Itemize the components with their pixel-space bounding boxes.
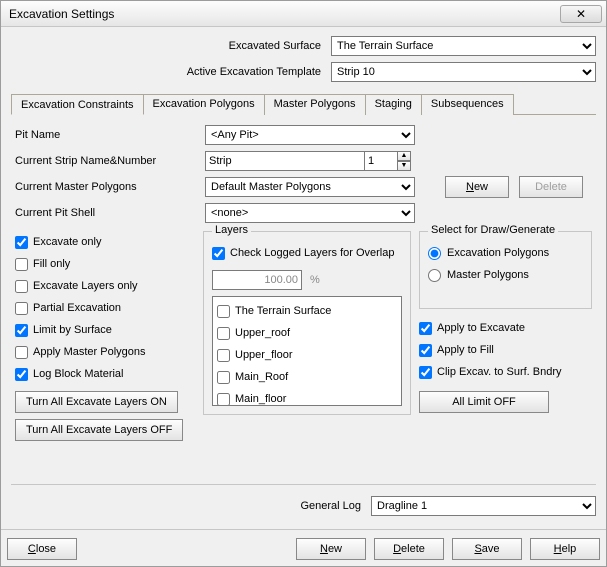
tab-subsequences[interactable]: Subsequences xyxy=(421,94,514,115)
pit-shell-select[interactable]: <none> xyxy=(205,203,415,223)
content: Excavated Surface The Terrain Surface Ac… xyxy=(1,27,606,529)
tab-excavation-polygons[interactable]: Excavation Polygons xyxy=(143,94,265,115)
footer-new-button[interactable]: New xyxy=(296,538,366,560)
pit-name-select[interactable]: <Any Pit> xyxy=(205,125,415,145)
turn-all-layers-off-button[interactable]: Turn All Excavate Layers OFF xyxy=(15,419,183,441)
close-icon[interactable]: ✕ xyxy=(560,5,602,23)
chevron-up-icon[interactable]: ▲ xyxy=(397,151,411,161)
apply-master-polygons-checkbox[interactable]: Apply Master Polygons xyxy=(15,341,195,363)
fill-only-checkbox[interactable]: Fill only xyxy=(15,253,195,275)
strip-number-input[interactable] xyxy=(364,151,398,171)
pit-shell-label: Current Pit Shell xyxy=(15,207,205,219)
tab-master-polygons[interactable]: Master Polygons xyxy=(264,94,366,115)
window-title: Excavation Settings xyxy=(9,7,560,21)
tabstrip: Excavation Constraints Excavation Polygo… xyxy=(11,93,596,115)
general-log-select[interactable]: Dragline 1 xyxy=(371,496,596,516)
clip-excav-checkbox[interactable]: Clip Excav. to Surf. Bndry xyxy=(419,361,592,383)
excavated-surface-label: Excavated Surface xyxy=(11,40,331,52)
pit-name-label: Pit Name xyxy=(15,129,205,141)
list-item[interactable]: Upper_floor xyxy=(217,344,397,366)
tab-staging[interactable]: Staging xyxy=(365,94,422,115)
excavate-layers-only-checkbox[interactable]: Excavate Layers only xyxy=(15,275,195,297)
strip-name-input[interactable] xyxy=(205,151,365,171)
tab-excavation-constraints[interactable]: Excavation Constraints xyxy=(11,94,144,115)
excavation-polygons-radio[interactable]: Excavation Polygons xyxy=(428,242,583,264)
chevron-down-icon[interactable]: ▼ xyxy=(397,161,411,171)
master-polygons-radio[interactable]: Master Polygons xyxy=(428,264,583,286)
tab-panel: Pit Name <Any Pit> Current Strip Name&Nu… xyxy=(11,115,596,480)
right-column: Select for Draw/Generate Excavation Poly… xyxy=(419,231,592,441)
percent-input xyxy=(212,270,302,290)
apply-to-excavate-checkbox[interactable]: Apply to Excavate xyxy=(419,317,592,339)
layers-column: Layers Check Logged Layers for Overlap %… xyxy=(203,231,411,441)
list-item[interactable]: Upper_roof xyxy=(217,322,397,344)
footer-delete-button[interactable]: Delete xyxy=(374,538,444,560)
list-item[interactable]: The Terrain Surface xyxy=(217,300,397,322)
layers-groupbox: Layers Check Logged Layers for Overlap %… xyxy=(203,231,411,415)
excavated-surface-select[interactable]: The Terrain Surface xyxy=(331,36,596,56)
excavate-only-checkbox[interactable]: Excavate only xyxy=(15,231,195,253)
footer-help-button[interactable]: Help xyxy=(530,538,600,560)
left-checkbox-column: Excavate only Fill only Excavate Layers … xyxy=(15,231,195,441)
active-template-label: Active Excavation Template xyxy=(11,66,331,78)
active-template-select[interactable]: Strip 10 xyxy=(331,62,596,82)
drawgen-legend: Select for Draw/Generate xyxy=(428,224,558,236)
master-polygons-label: Current Master Polygons xyxy=(15,181,205,193)
bottom-bar: Close New Delete Save Help xyxy=(1,529,606,566)
close-button[interactable]: Close xyxy=(7,538,77,560)
turn-all-layers-on-button[interactable]: Turn All Excavate Layers ON xyxy=(15,391,178,413)
apply-to-fill-checkbox[interactable]: Apply to Fill xyxy=(419,339,592,361)
new-button[interactable]: New xyxy=(445,176,509,198)
partial-excavation-checkbox[interactable]: Partial Excavation xyxy=(15,297,195,319)
strip-number-spinner[interactable]: ▲ ▼ xyxy=(397,151,411,171)
drawgen-groupbox: Select for Draw/Generate Excavation Poly… xyxy=(419,231,592,309)
strip-label: Current Strip Name&Number xyxy=(15,155,205,167)
list-item[interactable]: Main_floor xyxy=(217,388,397,406)
all-limit-off-button[interactable]: All Limit OFF xyxy=(419,391,549,413)
limit-by-surface-checkbox[interactable]: Limit by Surface xyxy=(15,319,195,341)
log-block-material-checkbox[interactable]: Log Block Material xyxy=(15,363,195,385)
check-overlap-checkbox[interactable]: Check Logged Layers for Overlap xyxy=(212,242,402,264)
list-item[interactable]: Main_Roof xyxy=(217,366,397,388)
layers-listbox[interactable]: The Terrain Surface Upper_roof Upper_flo… xyxy=(212,296,402,406)
general-log-label: General Log xyxy=(11,500,371,512)
titlebar: Excavation Settings ✕ xyxy=(1,1,606,27)
master-polygons-select[interactable]: Default Master Polygons xyxy=(205,177,415,197)
layers-legend: Layers xyxy=(212,224,251,236)
footer-save-button[interactable]: Save xyxy=(452,538,522,560)
window: Excavation Settings ✕ Excavated Surface … xyxy=(0,0,607,567)
percent-suffix: % xyxy=(310,274,320,286)
delete-button: Delete xyxy=(519,176,583,198)
